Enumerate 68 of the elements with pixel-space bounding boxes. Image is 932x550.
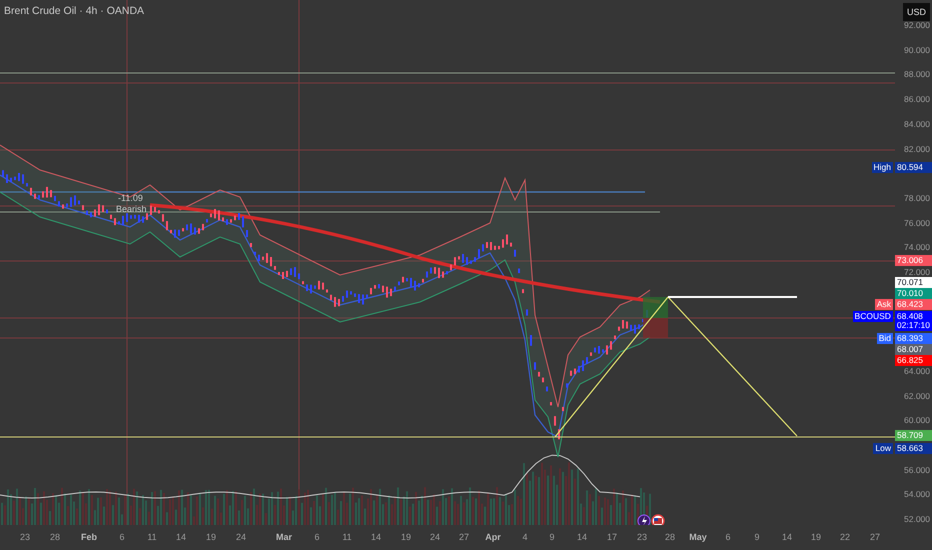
- time-tick: 9: [754, 532, 760, 542]
- price-value: 58.663: [897, 444, 924, 453]
- price-tick: 78.000: [904, 192, 930, 203]
- time-tick: 17: [607, 532, 617, 542]
- time-tick: 27: [870, 532, 880, 542]
- time-tick: Mar: [276, 532, 292, 542]
- time-tick: 11: [147, 532, 157, 542]
- time-tick: 28: [50, 532, 60, 542]
- price-value: 68.007: [897, 345, 924, 354]
- time-tick: 11: [342, 532, 352, 542]
- annotation-label: Bearish: [116, 204, 147, 214]
- price-tick: 76.000: [904, 218, 930, 228]
- price-tick: 92.000: [904, 20, 930, 30]
- price-value: 68.393: [897, 334, 924, 343]
- time-tick: 23: [637, 532, 647, 542]
- time-tick: 4: [522, 532, 528, 542]
- price-value: 80.594: [897, 163, 924, 172]
- lightning-icon[interactable]: [638, 514, 650, 525]
- price-value: 68.408: [896, 312, 924, 321]
- price-tick: 74.000: [904, 242, 930, 252]
- flag-icon[interactable]: [651, 514, 665, 525]
- time-tick: 22: [840, 532, 850, 542]
- price-tick: 88.000: [904, 69, 930, 80]
- price-tick: 56.000: [904, 464, 930, 475]
- price-tick: 72.000: [904, 267, 930, 277]
- time-tick: 14: [782, 532, 792, 542]
- price-tick: 62.000: [904, 390, 930, 400]
- time-tick: 19: [401, 532, 411, 542]
- time-tick: May: [689, 532, 707, 542]
- chart-title: Brent Crude Oil · 4h · OANDA: [4, 5, 144, 17]
- time-tick: 9: [550, 532, 554, 542]
- price-tick: 84.000: [904, 118, 930, 129]
- price-tag-label: High: [872, 162, 893, 173]
- annotation-label: -11.09: [118, 193, 143, 203]
- time-tick: 14: [176, 532, 186, 542]
- time-tick: 6: [314, 532, 320, 542]
- price-value: 73.006: [897, 256, 924, 265]
- price-value: 70.071: [897, 278, 924, 287]
- time-tick: 28: [665, 532, 675, 542]
- time-tick: Apr: [485, 532, 501, 542]
- price-tick: 82.000: [904, 144, 930, 154]
- price-tag-label: Ask: [874, 299, 893, 310]
- countdown-timer: 02:17:10: [896, 321, 930, 330]
- time-tick: 19: [811, 532, 821, 542]
- price-tick: 54.000: [904, 489, 930, 500]
- price-tick: 90.000: [904, 44, 930, 55]
- price-tick: 64.000: [904, 366, 930, 376]
- price-value: 66.825: [897, 356, 924, 365]
- time-tick: Feb: [81, 532, 97, 542]
- time-tick: 6: [120, 532, 124, 542]
- time-tick: 14: [371, 532, 381, 542]
- time-tick: 19: [206, 532, 216, 542]
- price-value: 58.709: [897, 431, 924, 440]
- time-tick: 6: [726, 532, 730, 542]
- time-tick: 24: [430, 532, 440, 542]
- time-tick: 14: [577, 532, 587, 542]
- price-tick: 86.000: [904, 94, 930, 104]
- currency-button[interactable]: USD: [902, 3, 930, 21]
- time-tick: 23: [20, 532, 30, 542]
- price-tick: 52.000: [904, 514, 930, 524]
- price-value: 68.423: [897, 300, 924, 309]
- price-tag-label: Low: [873, 443, 893, 454]
- price-tag-label: BCOUSD: [852, 311, 893, 322]
- price-tick: 60.000: [904, 415, 930, 426]
- price-value: 70.010: [897, 289, 924, 298]
- price-tag-label: Bid: [876, 333, 893, 344]
- time-tick: 27: [459, 532, 469, 542]
- time-tick: 24: [236, 532, 246, 542]
